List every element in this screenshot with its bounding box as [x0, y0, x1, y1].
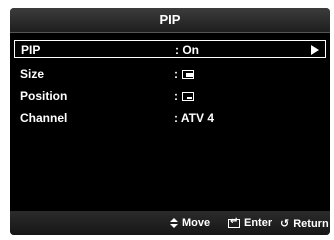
footer-controls: Move Enter ↺ Return [10, 211, 330, 235]
enter-icon [228, 216, 240, 228]
menu-row-value: : [174, 89, 194, 103]
menu-row-label: Size [20, 67, 45, 81]
menu-row-value: : [174, 67, 194, 81]
move-label: Move [182, 217, 211, 229]
return-label: Return [293, 217, 329, 230]
title-divider [10, 32, 330, 33]
menu-row-label: Channel [20, 111, 68, 125]
return-icon: ↺ [280, 218, 290, 230]
menu-row-label: Position [20, 89, 68, 103]
menu-row-size[interactable]: Size : [14, 65, 326, 83]
pip-position-icon [182, 91, 194, 101]
enter-control: Enter [228, 216, 273, 229]
menu-row-pip[interactable]: PIP : On [14, 40, 326, 58]
menu-row-channel[interactable]: Channel : ATV 4 [14, 109, 326, 127]
return-control: ↺ Return [280, 217, 329, 231]
updown-arrows-icon [170, 218, 178, 228]
pip-menu: PIP PIP : On Size : Position : Channel :… [10, 8, 330, 235]
menu-row-value: : On [175, 43, 199, 57]
menu-row-label: PIP [21, 43, 41, 57]
pip-size-icon [182, 69, 194, 79]
enter-label: Enter [244, 217, 273, 229]
menu-row-position[interactable]: Position : [14, 87, 326, 105]
arrow-right-icon[interactable] [311, 45, 319, 55]
menu-row-value: : ATV 4 [174, 111, 215, 125]
move-control: Move [170, 217, 210, 229]
menu-title: PIP [10, 8, 330, 32]
